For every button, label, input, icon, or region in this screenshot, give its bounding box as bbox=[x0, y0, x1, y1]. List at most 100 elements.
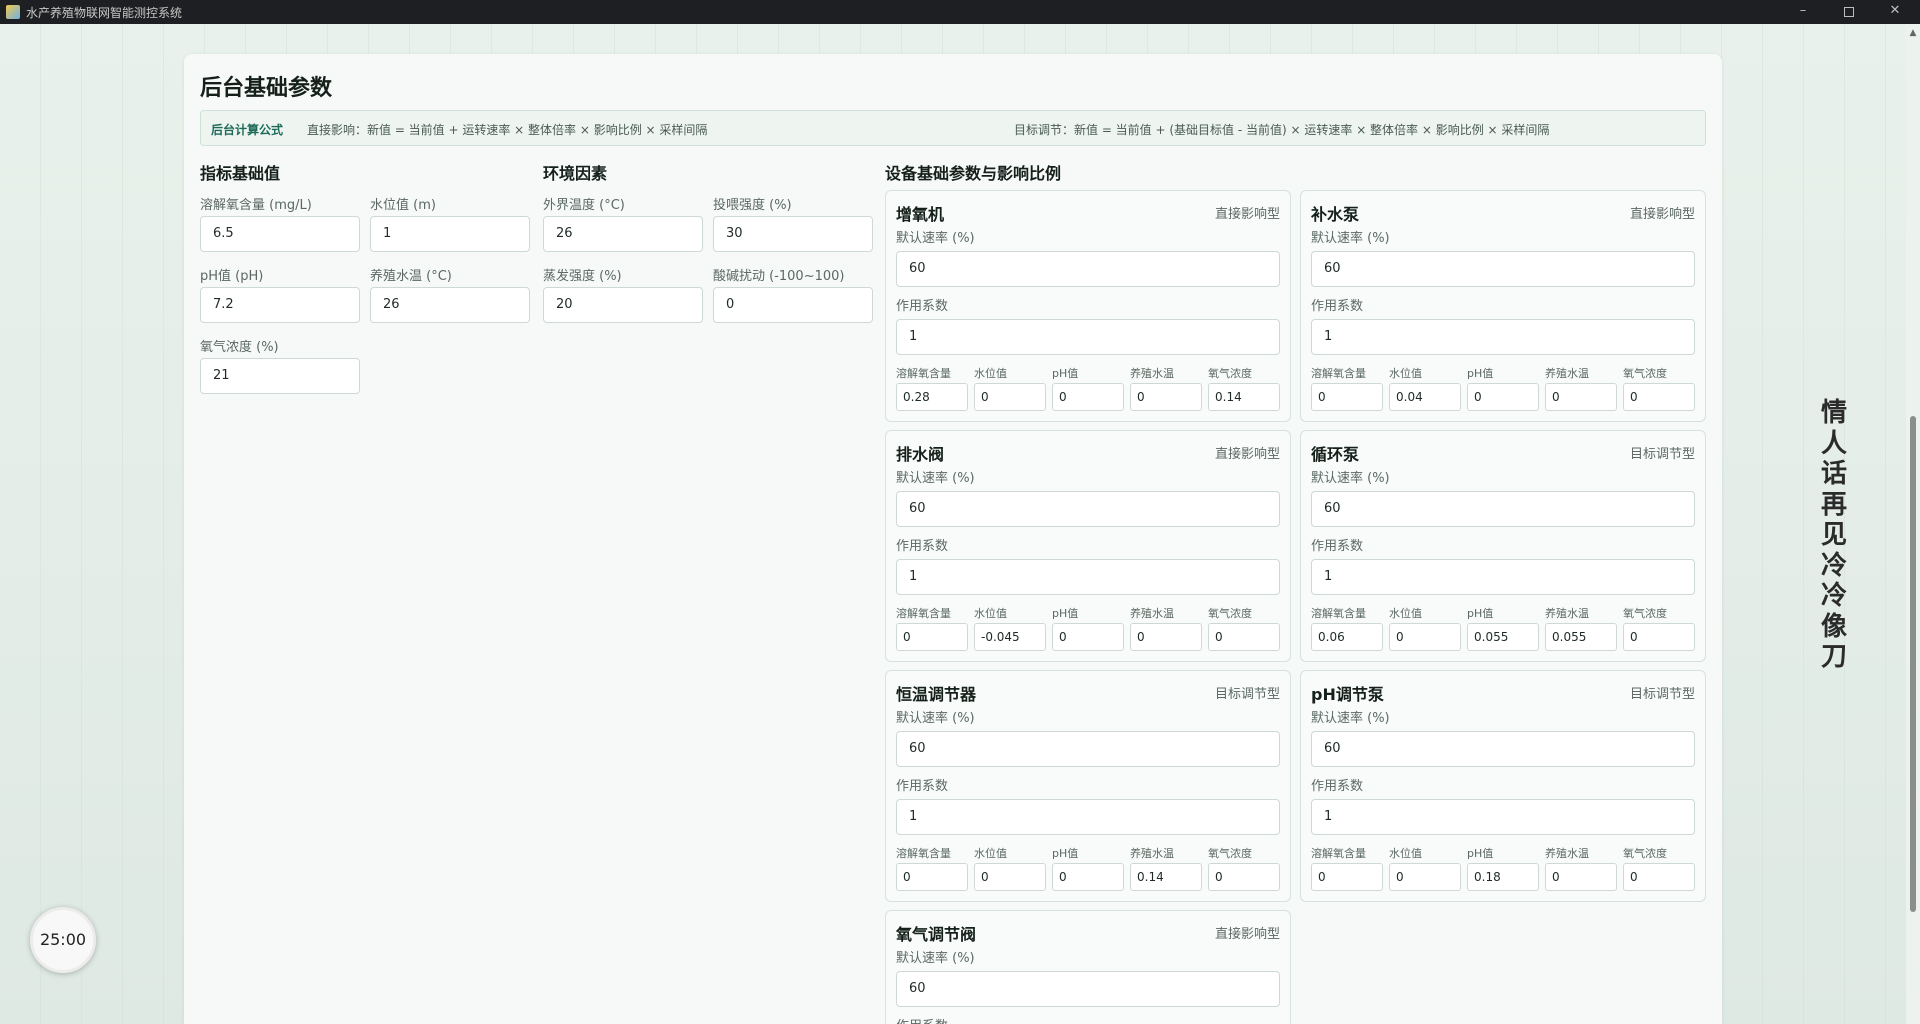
scroll-up-icon[interactable]: ▲ bbox=[1908, 28, 1918, 38]
impact-input[interactable]: -0.045 bbox=[974, 623, 1046, 651]
impact-input[interactable]: 0 bbox=[1623, 623, 1695, 651]
coef-input[interactable]: 1 bbox=[896, 319, 1280, 355]
impact-input[interactable]: 0 bbox=[1311, 863, 1383, 891]
impact-input[interactable]: 0 bbox=[896, 623, 968, 651]
field-label-outside-temp: 外界温度 (°C) bbox=[543, 198, 625, 213]
impact-input[interactable]: 0 bbox=[1052, 623, 1124, 651]
impact-input[interactable]: 0.14 bbox=[1208, 383, 1280, 411]
rate-input[interactable]: 60 bbox=[1311, 731, 1695, 767]
formula-target: 目标调节：新值 = 当前值 + (基础目标值 - 当前值) × 运转速率 × 整… bbox=[1014, 123, 1550, 137]
side-calligraphy: 情人话再见冷冷像刀 bbox=[1820, 398, 1847, 672]
impact-input[interactable]: 0 bbox=[1389, 623, 1461, 651]
coef-input[interactable]: 1 bbox=[896, 559, 1280, 595]
field-label-water-temp: 养殖水温 (°C) bbox=[370, 269, 452, 284]
impact-input[interactable]: 0.055 bbox=[1467, 623, 1539, 651]
coef-label: 作用系数 bbox=[1311, 299, 1364, 314]
impact-input[interactable]: 0 bbox=[1311, 383, 1383, 411]
device-name: 增氧机 bbox=[896, 205, 945, 224]
impact-input[interactable]: 0 bbox=[1130, 383, 1202, 411]
impact-input[interactable]: 0 bbox=[1623, 383, 1695, 411]
acid-base-input[interactable]: 0 bbox=[713, 287, 873, 323]
page-scrollbar[interactable]: ▲ bbox=[1906, 24, 1920, 1024]
impact-input[interactable]: 0 bbox=[896, 863, 968, 891]
scrollbar-thumb[interactable] bbox=[1910, 416, 1916, 912]
impact-label: 养殖水温 bbox=[1130, 847, 1174, 860]
impact-input[interactable]: 0.28 bbox=[896, 383, 968, 411]
impact-label: 氧气浓度 bbox=[1623, 847, 1667, 860]
devices-title: 设备基础参数与影响比例 bbox=[885, 164, 1062, 183]
device-card-refill-pump: 补水泵 直接影响型 默认速率 (%) 60 作用系数 1 溶解氧含量 0 水位值 0.04 pH值 0… bbox=[1300, 190, 1706, 422]
close-button[interactable]: ✕ bbox=[1872, 0, 1918, 24]
impact-input[interactable]: 0 bbox=[1208, 863, 1280, 891]
impact-input[interactable]: 0 bbox=[1052, 383, 1124, 411]
impact-input[interactable]: 0.04 bbox=[1389, 383, 1461, 411]
indicators-title: 指标基础值 bbox=[200, 164, 281, 183]
field-label-dissolved-oxygen: 溶解氧含量 (mg/L) bbox=[200, 198, 312, 213]
impact-label: 溶解氧含量 bbox=[1311, 367, 1366, 380]
impact-input[interactable]: 0.06 bbox=[1311, 623, 1383, 651]
water-level-input[interactable]: 1 bbox=[370, 216, 530, 252]
rate-label: 默认速率 (%) bbox=[1311, 471, 1390, 486]
impact-input[interactable]: 0 bbox=[1130, 623, 1202, 651]
impact-label: 水位值 bbox=[974, 847, 1007, 860]
impact-label: 氧气浓度 bbox=[1623, 607, 1667, 620]
device-type: 目标调节型 bbox=[1629, 687, 1695, 702]
impact-input[interactable]: 0 bbox=[1467, 383, 1539, 411]
impact-label: pH值 bbox=[1467, 367, 1494, 380]
impact-label: 养殖水温 bbox=[1130, 607, 1174, 620]
rate-input[interactable]: 60 bbox=[1311, 491, 1695, 527]
impact-label: 溶解氧含量 bbox=[1311, 847, 1366, 860]
rate-input[interactable]: 60 bbox=[896, 731, 1280, 767]
device-name: 恒温调节器 bbox=[896, 685, 977, 704]
rate-input[interactable]: 60 bbox=[896, 251, 1280, 287]
impact-input[interactable]: 0 bbox=[1052, 863, 1124, 891]
ph-input[interactable]: 7.2 bbox=[200, 287, 360, 323]
impact-input[interactable]: 0 bbox=[1545, 863, 1617, 891]
rate-label: 默认速率 (%) bbox=[1311, 231, 1390, 246]
evaporation-input[interactable]: 20 bbox=[543, 287, 703, 323]
device-type: 目标调节型 bbox=[1629, 447, 1695, 462]
coef-label: 作用系数 bbox=[896, 539, 949, 554]
field-label-acid-base: 酸碱扰动 (-100~100) bbox=[713, 269, 845, 284]
impact-label: 氧气浓度 bbox=[1208, 847, 1252, 860]
rate-input[interactable]: 60 bbox=[1311, 251, 1695, 287]
formula-direct: 直接影响：新值 = 当前值 + 运转速率 × 整体倍率 × 影响比例 × 采样间… bbox=[307, 123, 708, 137]
window-titlebar: 水产养殖物联网智能测控系统 – ✕ bbox=[0, 0, 1920, 24]
impact-input[interactable]: 0 bbox=[1545, 383, 1617, 411]
impact-label: 溶解氧含量 bbox=[896, 847, 951, 860]
outside-temp-input[interactable]: 26 bbox=[543, 216, 703, 252]
impact-input[interactable]: 0.055 bbox=[1545, 623, 1617, 651]
impact-input[interactable]: 0.18 bbox=[1467, 863, 1539, 891]
coef-input[interactable]: 1 bbox=[896, 799, 1280, 835]
oxygen-concentration-input[interactable]: 21 bbox=[200, 358, 360, 394]
rate-label: 默认速率 (%) bbox=[1311, 711, 1390, 726]
impact-label: 氧气浓度 bbox=[1208, 607, 1252, 620]
device-type: 直接影响型 bbox=[1629, 207, 1695, 222]
water-temp-input[interactable]: 26 bbox=[370, 287, 530, 323]
impact-input[interactable]: 0 bbox=[1389, 863, 1461, 891]
impact-input[interactable]: 0 bbox=[1623, 863, 1695, 891]
impact-label: 溶解氧含量 bbox=[896, 607, 951, 620]
minimize-button[interactable]: – bbox=[1780, 0, 1826, 24]
dissolved-oxygen-input[interactable]: 6.5 bbox=[200, 216, 360, 252]
impact-input[interactable]: 0 bbox=[1208, 623, 1280, 651]
impact-input[interactable]: 0.14 bbox=[1130, 863, 1202, 891]
timer-badge[interactable]: 25:00 bbox=[30, 907, 96, 973]
rate-input[interactable]: 60 bbox=[896, 971, 1280, 1007]
coef-label: 作用系数 bbox=[896, 299, 949, 314]
rate-label: 默认速率 (%) bbox=[896, 951, 975, 966]
impact-input[interactable]: 0 bbox=[974, 863, 1046, 891]
feeding-intensity-input[interactable]: 30 bbox=[713, 216, 873, 252]
rate-label: 默认速率 (%) bbox=[896, 231, 975, 246]
field-label-feeding-intensity: 投喂强度 (%) bbox=[713, 198, 792, 213]
impact-input[interactable]: 0 bbox=[974, 383, 1046, 411]
impact-label: pH值 bbox=[1052, 847, 1079, 860]
coef-input[interactable]: 1 bbox=[1311, 799, 1695, 835]
device-card-thermostat: 恒温调节器 目标调节型 默认速率 (%) 60 作用系数 1 溶解氧含量 0 水位值 0 pH值 0 养… bbox=[885, 670, 1291, 902]
maximize-button[interactable] bbox=[1826, 0, 1872, 24]
rate-input[interactable]: 60 bbox=[896, 491, 1280, 527]
coef-input[interactable]: 1 bbox=[1311, 559, 1695, 595]
coef-input[interactable]: 1 bbox=[1311, 319, 1695, 355]
device-name: 循环泵 bbox=[1311, 445, 1360, 464]
rate-label: 默认速率 (%) bbox=[896, 471, 975, 486]
